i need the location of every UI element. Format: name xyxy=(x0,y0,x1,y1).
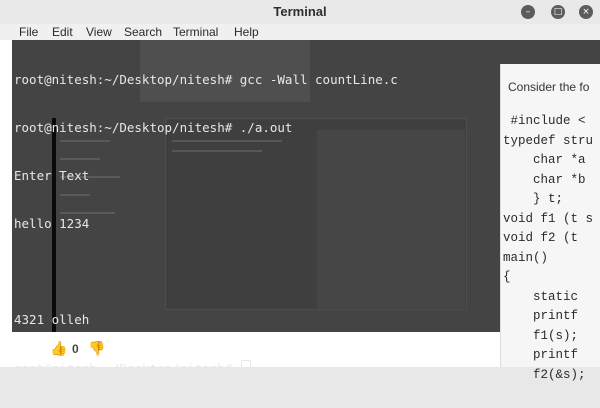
window-title: Terminal xyxy=(273,4,327,19)
terminal-line: 4321 olleh xyxy=(14,312,90,327)
menu-terminal[interactable]: Terminal xyxy=(173,25,218,39)
close-icon: × xyxy=(582,7,590,17)
close-button[interactable]: × xyxy=(579,5,593,19)
maximize-button[interactable]: □ xyxy=(551,5,565,19)
terminal-window: Terminal – □ × File Edit View Search Ter… xyxy=(0,0,600,376)
maximize-icon: □ xyxy=(553,7,563,17)
terminal-output[interactable]: root@nitesh:~/Desktop/nitesh# gcc -Wall … xyxy=(14,40,398,408)
menu-edit[interactable]: Edit xyxy=(52,25,73,39)
terminal-prompt-line: root@nitesh:~/Desktop/nitesh# xyxy=(14,360,398,376)
terminal-line: root@nitesh:~/Desktop/nitesh# gcc -Wall … xyxy=(14,72,398,87)
title-bar[interactable]: Terminal – □ × xyxy=(0,0,600,25)
minimize-icon: – xyxy=(525,7,531,17)
minimize-button[interactable]: – xyxy=(521,5,535,19)
menu-view[interactable]: View xyxy=(86,25,112,39)
menu-file[interactable]: File xyxy=(19,25,38,39)
terminal-line: hello 1234 xyxy=(14,216,90,231)
menu-bar: File Edit View Search Terminal Help xyxy=(0,24,600,40)
terminal-cursor xyxy=(240,360,251,375)
terminal-prompt: root@nitesh:~/Desktop/nitesh# xyxy=(14,361,240,376)
terminal-line: root@nitesh:~/Desktop/nitesh# ./a.out xyxy=(14,120,293,135)
terminal-line: Enter Text xyxy=(14,168,90,183)
code-line: f2(&s); xyxy=(503,367,586,382)
terminal-body-top-right xyxy=(500,40,600,64)
menu-help[interactable]: Help xyxy=(234,25,259,39)
code-line: printf xyxy=(503,348,579,362)
menu-search[interactable]: Search xyxy=(124,25,162,39)
